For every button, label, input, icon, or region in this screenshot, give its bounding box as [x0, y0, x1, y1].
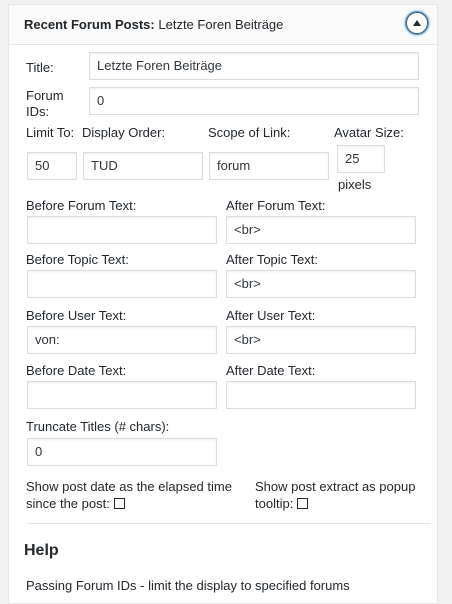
- popup-tooltip-label-line1: Show post extract as popup: [255, 479, 416, 494]
- elapsed-time-label-text: since the post:: [26, 496, 110, 511]
- forum-ids-label-line1: Forum: [26, 88, 64, 103]
- before-date-label: Before Date Text:: [26, 363, 127, 378]
- after-topic-input[interactable]: <br>: [226, 270, 416, 298]
- before-date-input[interactable]: [27, 381, 217, 409]
- forum-ids-input[interactable]: 0: [89, 87, 419, 115]
- after-forum-label: After Forum Text:: [226, 198, 326, 213]
- avatar-size-input[interactable]: 25: [337, 145, 385, 173]
- widget-toggle-button[interactable]: [406, 12, 428, 34]
- avatar-size-label: Avatar Size:: [334, 125, 404, 140]
- elapsed-time-checkbox[interactable]: [113, 498, 125, 509]
- before-forum-label: Before Forum Text:: [26, 198, 137, 213]
- limit-input[interactable]: 50: [27, 152, 77, 180]
- scope-input[interactable]: forum: [209, 152, 329, 180]
- after-forum-input[interactable]: <br>: [226, 216, 416, 244]
- widget-title-instance: Letzte Foren Beiträge: [158, 17, 284, 32]
- popup-tooltip-label-line2: tooltip:: [255, 496, 309, 512]
- display-order-input[interactable]: TUD: [83, 152, 203, 180]
- after-user-input[interactable]: <br>: [226, 326, 416, 354]
- title-input[interactable]: Letzte Foren Beiträge: [89, 52, 419, 80]
- before-user-input[interactable]: von:: [27, 326, 217, 354]
- before-forum-input[interactable]: [27, 216, 217, 244]
- arrow-up-icon: [413, 20, 421, 26]
- truncate-titles-label: Truncate Titles (# chars):: [26, 419, 170, 434]
- help-text-description: - limit the display to specified forums: [136, 578, 350, 593]
- forum-ids-label-line2: IDs:: [26, 104, 50, 119]
- after-date-input[interactable]: [226, 381, 416, 409]
- before-topic-label: Before Topic Text:: [26, 252, 129, 267]
- section-divider: [27, 523, 431, 524]
- help-text-term: Passing Forum IDs: [26, 578, 137, 593]
- elapsed-time-label-line1: Show post date as the elapsed time: [26, 479, 232, 494]
- before-user-label: Before User Text:: [26, 308, 127, 323]
- scope-label: Scope of Link:: [208, 125, 291, 140]
- help-text: Passing Forum IDs - limit the display to…: [26, 578, 350, 593]
- popup-tooltip-label-text: tooltip:: [255, 496, 294, 511]
- widget-header[interactable]: Recent Forum Posts: Letzte Foren Beiträg…: [9, 5, 437, 45]
- truncate-titles-input[interactable]: 0: [27, 438, 217, 466]
- recent-forum-posts-widget: Recent Forum Posts: Letzte Foren Beiträg…: [8, 4, 438, 604]
- after-topic-label: After Topic Text:: [226, 252, 319, 267]
- widget-title-strong: Recent Forum Posts:: [24, 17, 155, 32]
- display-order-label: Display Order:: [82, 125, 166, 140]
- before-topic-input[interactable]: [27, 270, 217, 298]
- after-date-label: After Date Text:: [226, 363, 316, 378]
- elapsed-time-label-line2: since the post:: [26, 496, 125, 512]
- help-heading: Help: [24, 542, 59, 559]
- widget-title: Recent Forum Posts: Letzte Foren Beiträg…: [24, 17, 283, 32]
- avatar-size-unit: pixels: [338, 177, 372, 192]
- title-label: Title:: [26, 60, 54, 75]
- after-user-label: After User Text:: [226, 308, 316, 323]
- limit-label: Limit To:: [26, 125, 75, 140]
- popup-tooltip-checkbox[interactable]: [297, 498, 309, 509]
